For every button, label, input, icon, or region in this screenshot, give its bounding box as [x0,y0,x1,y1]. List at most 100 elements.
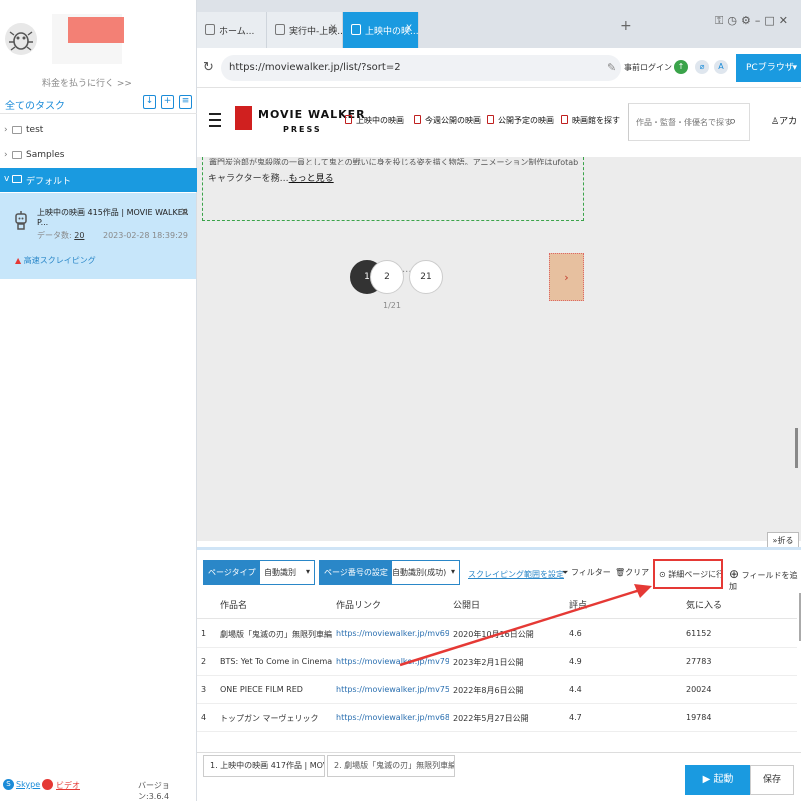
cell-link[interactable]: https://moviewalker.jp/mv68446/ [336,713,449,722]
filter-button[interactable]: ⏷ フィルター [562,567,611,578]
cell-date[interactable]: 2023年2月1日公開 [453,657,524,668]
cell-date[interactable]: 2020年10月16日公開 [453,629,534,640]
save-button[interactable]: 保存 [750,765,794,795]
selection-box: 竈門炭治郎が鬼殺隊の一員として鬼との戦いに身を投じる姿を描く物語。アニメーション… [202,157,584,221]
folder-samples[interactable]: › Samples [0,144,197,168]
video-icon[interactable] [42,779,53,790]
url-text[interactable]: https://moviewalker.jp/list/?sort=2 [229,62,401,73]
nav-label: 今週公開の映画 [425,116,481,125]
cell-title[interactable]: トップガン マーヴェリック [220,713,332,724]
more-link[interactable]: もっと見る [289,174,334,184]
extension-icon-green[interactable]: ↑ [674,60,688,74]
task-card[interactable]: 上映中の映画 415作品 | MOVIE WALKER P... X データ数:… [0,193,196,279]
fast-scraping[interactable]: ▲ 高速スクレイピング [15,255,96,266]
site-search[interactable]: 作品・監督・俳優名で探す ⌕ [628,103,750,141]
nav-theaters[interactable]: 映画館を探す [561,115,620,126]
next-page-button[interactable]: › [549,253,584,301]
account-link[interactable]: ♙アカ [771,114,797,127]
folder-test[interactable]: › test [0,119,197,143]
table-row[interactable]: 3 ONE PIECE FILM RED https://moviewalker… [197,676,797,704]
dropdown-arrow-icon: ▾ [306,567,311,576]
page-2-button[interactable]: 2 [370,260,404,294]
tab-active[interactable]: 上映中の映... X [343,12,419,48]
pay-link[interactable]: 料金を払うに行く >> [42,76,132,89]
cell-score[interactable]: 4.9 [569,657,582,666]
table-row[interactable]: 4 トップガン マーヴェリック https://moviewalker.jp/m… [197,704,797,732]
bug-logo-icon [5,23,37,55]
clear-button[interactable]: 🗑クリア [615,567,649,578]
cell-score[interactable]: 4.4 [569,685,582,694]
new-tab-icon[interactable]: + [620,18,632,34]
pen-icon[interactable]: ✎ [607,61,616,74]
play-icon: ▶ [702,774,714,785]
page-scrollbar[interactable] [795,428,798,468]
extension-icon-blue[interactable]: ⌀ [695,60,709,74]
description-text-2: キャラクターを務 [208,174,280,184]
cell-link[interactable]: https://moviewalker.jp/mv79622/ [336,657,449,666]
task-title[interactable]: 上映中の映画 415作品 | MOVIE WALKER P... [37,207,196,227]
folder-label: Samples [26,150,65,160]
col-date[interactable]: 公開日 [453,593,480,619]
page-21-button[interactable]: 21 [409,260,443,294]
cell-title[interactable]: ONE PIECE FILM RED [220,685,332,694]
tab-home[interactable]: ホーム... [197,12,267,48]
tab-running[interactable]: 実行中-上映... X [267,12,346,48]
col-likes[interactable]: 気に入る [686,593,722,619]
page-type-select[interactable]: ページタイプ 自動識別 ▾ [203,560,315,585]
nav-now-showing[interactable]: 上映中の映画 [345,115,404,126]
cell-score[interactable]: 4.7 [569,713,582,722]
folder-default[interactable]: v デフォルト [0,168,197,192]
result-tab-2[interactable]: 2. 劇場版「鬼滅の刃」無限列車編... [327,755,455,777]
task-close-icon[interactable]: X [181,208,187,218]
window-controls[interactable]: ⚿◷⚙–□✕ [715,14,792,28]
add-field-button[interactable]: ⊕ フィールドを追加 [729,567,801,592]
cell-likes[interactable]: 27783 [686,657,711,666]
description-text: 竈門炭治郎が鬼殺隊の一員として鬼との戦いに身を投じる姿を描く物語。アニメーション… [209,158,579,165]
pre-login[interactable]: 事前ログイン [624,62,672,73]
col-title[interactable]: 作品名 [220,593,247,619]
import-icon[interactable]: ↓ [143,95,156,109]
new-task-icon[interactable]: + [161,95,174,109]
task-date: 2023-02-28 18:39:29 [102,231,188,240]
table-row[interactable]: 2 BTS: Yet To Come in Cinemas https://mo… [197,648,797,676]
cell-likes[interactable]: 20024 [686,685,711,694]
cell-likes[interactable]: 19784 [686,713,711,722]
cell-link[interactable]: https://moviewalker.jp/mv69938/ [336,629,449,638]
cell-title[interactable]: BTS: Yet To Come in Cinemas [220,657,332,666]
nav-upcoming[interactable]: 公開予定の映画 [487,115,554,126]
site-logo-icon[interactable] [235,106,252,130]
cell-title[interactable]: 劇場版「鬼滅の刃」無限列車編 [220,629,332,640]
cell-date[interactable]: 2022年8月6日公開 [453,685,524,696]
tab-close-icon[interactable]: X [406,24,412,34]
skype-icon[interactable]: S [3,779,14,790]
table-row[interactable]: 1 劇場版「鬼滅の刃」無限列車編 https://moviewalker.jp/… [197,620,797,648]
all-tasks-label[interactable]: 全てのタスク [5,97,65,112]
nav-this-week[interactable]: 今週公開の映画 [414,115,481,126]
reload-icon[interactable]: ↻ [203,60,214,75]
video-link[interactable]: ビデオ [56,780,80,791]
col-link[interactable]: 作品リンク [336,593,381,619]
page-number-select[interactable]: ページ番号の設定 自動識別(成功) ▾ [319,560,460,585]
run-button[interactable]: ▶ 起動 [685,765,751,795]
cell-score[interactable]: 4.6 [569,629,582,638]
hamburger-icon[interactable] [209,113,221,127]
tab-close-icon[interactable]: X [330,24,336,34]
clear-label: クリア [625,568,650,577]
scrape-range-link[interactable]: スクレイピング範囲を設定 [468,569,564,580]
data-count[interactable]: 20 [74,231,84,240]
result-tab-1[interactable]: 1. 上映中の映画 417作品 | MOVIE... [203,755,325,777]
extension-icon-info[interactable]: A [714,60,728,74]
skype-link[interactable]: Skype [16,780,40,789]
row-number: 4 [201,713,207,722]
search-task-icon[interactable]: ≡ [179,95,192,109]
pc-browser-button[interactable]: PCブラウザ ▾ [736,54,801,82]
col-score[interactable]: 評点 [569,593,587,619]
cell-likes[interactable]: 61152 [686,629,711,638]
url-field[interactable]: https://moviewalker.jp/list/?sort=2 ✎ [221,55,621,81]
cell-date[interactable]: 2022年5月27日公開 [453,713,529,724]
detail-label: 詳細ページに行く [668,570,721,579]
page-count: 1/21 [383,301,401,310]
go-detail-button[interactable]: ⊙ 詳細ページに行く [653,559,723,589]
search-icon[interactable]: ⌕ [729,114,736,129]
cell-link[interactable]: https://moviewalker.jp/mv75526/ [336,685,449,694]
